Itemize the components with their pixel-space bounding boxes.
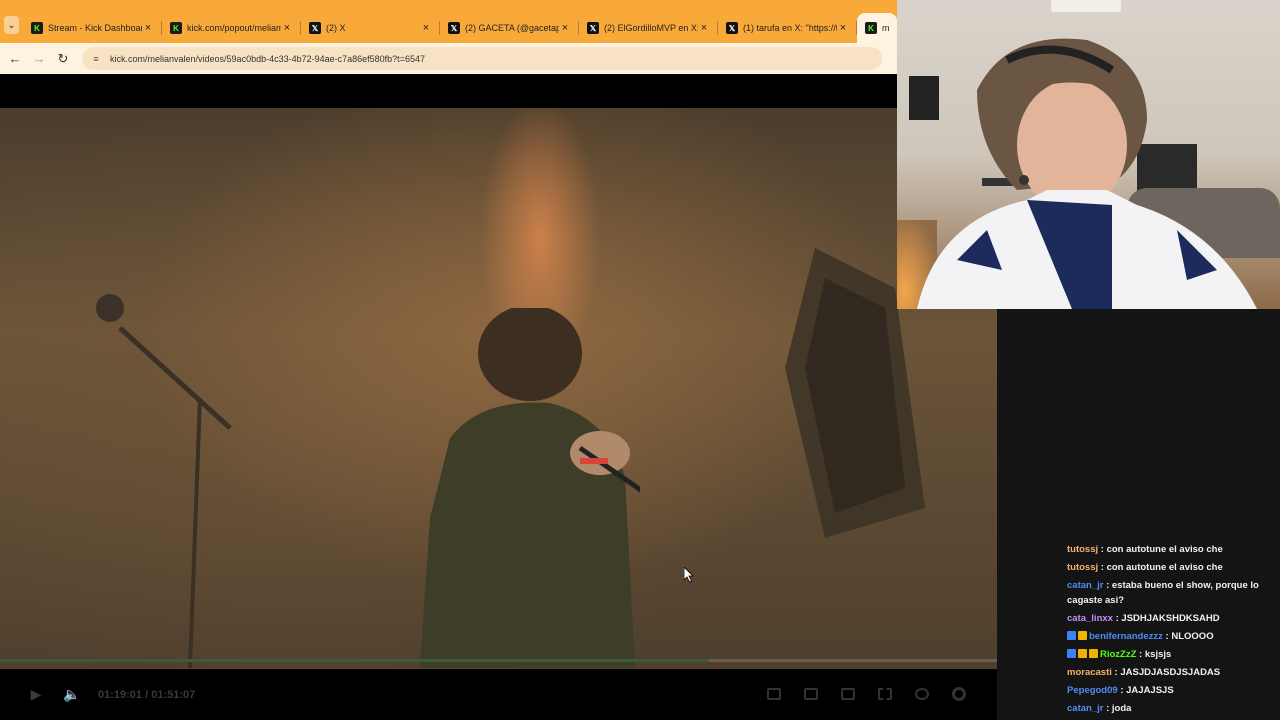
chat-message: cata_linxx : JSDHJAKSHDKSAHD — [1067, 613, 1220, 624]
settings-gear-icon[interactable] — [949, 685, 969, 703]
playback-speed-icon[interactable] — [912, 685, 932, 703]
time-current: 01:19:01 — [98, 688, 143, 701]
play-icon[interactable]: ▶ — [26, 685, 46, 705]
site-settings-icon[interactable]: ≡ — [90, 53, 102, 65]
tab-search-chevron-icon[interactable]: ⌄ — [4, 16, 19, 34]
forward-arrow-icon[interactable]: → — [30, 50, 48, 68]
url-input[interactable]: ≡ kick.com/melianvalen/videos/59ac0bdb-4… — [82, 47, 882, 70]
chat-badge-icon — [1067, 649, 1076, 658]
tab-title: (1) tarufa en X: "https://t.c — [743, 23, 837, 33]
browser-tab[interactable]: Kkick.com/popout/meliam × — [162, 13, 301, 43]
chat-message-list: tutossj : con autotune el aviso che tutos… — [997, 541, 1280, 720]
address-toolbar: ← → ↻ ≡ kick.com/melianvalen/videos/59ac… — [0, 43, 897, 74]
browser-tab[interactable]: 𝕏 (1) tarufa en X: "https://t.c × — [718, 13, 857, 43]
tab-close-icon[interactable]: × — [698, 22, 710, 34]
chat-username[interactable]: tutossj — [1067, 562, 1098, 573]
x-logo-icon: 𝕏 — [309, 22, 321, 34]
chat-username[interactable]: cata_linxx — [1067, 613, 1113, 624]
progress-bar[interactable] — [0, 659, 997, 662]
chat-message: catan_jr : joda — [1067, 703, 1132, 714]
tab-title: melia — [882, 23, 889, 33]
clip-icon[interactable] — [801, 685, 821, 703]
streamer-image — [917, 38, 1257, 309]
chat-username[interactable]: RiozZzZ — [1100, 649, 1136, 660]
tab-title: (2) X — [326, 23, 346, 33]
browser-tab[interactable]: 𝕏 (2) GACETA (@gacetaplay× — [440, 13, 579, 43]
chat-username[interactable]: tutossj — [1067, 544, 1098, 555]
chat-message: benifernandezzz : NLOOOO — [1067, 628, 1268, 646]
browser-tab-bar: ⌄ K Stream - Kick Dashboard × Kkick.com/pop… — [0, 0, 897, 43]
tab-close-icon[interactable]: × — [281, 22, 293, 34]
theater-mode-icon[interactable] — [838, 685, 858, 703]
chat-message: tutossj : con autotune el aviso che — [1067, 562, 1223, 573]
chat-text: con autotune el aviso che — [1106, 544, 1223, 555]
tab-title: (2) ElGordilloMVP en X: "h — [604, 23, 698, 33]
tab-close-icon[interactable]: × — [142, 22, 154, 34]
browser-tab[interactable]: Kmelia — [857, 13, 897, 43]
chat-username[interactable]: catan_jr — [1067, 703, 1103, 714]
back-arrow-icon[interactable]: ← — [6, 50, 24, 68]
performer-image — [420, 308, 640, 668]
picture-in-picture-icon[interactable] — [764, 685, 784, 703]
x-logo-icon: 𝕏 — [726, 22, 738, 34]
tab-close-icon[interactable]: × — [420, 22, 432, 34]
volume-icon[interactable]: 🔈 — [62, 685, 82, 705]
kick-logo-icon: K — [31, 22, 43, 34]
chat-text: con autotune el aviso che — [1106, 562, 1223, 573]
air-conditioner-image — [1051, 0, 1121, 12]
kick-logo-icon: K — [865, 22, 877, 34]
chat-username[interactable]: moracasti — [1067, 667, 1112, 678]
fullscreen-icon[interactable] — [875, 685, 895, 703]
chat-username[interactable]: Pepegod09 — [1067, 685, 1118, 696]
chat-message: catan_jr : estaba bueno el show, porque … — [1067, 580, 1259, 606]
tab-title: Stream - Kick Dashboard — [48, 23, 142, 33]
player-controls: ▶ 🔈 01:19:01 / 01:51:07 — [0, 669, 997, 720]
tab-title: (2) GACETA (@gacetaplay — [465, 23, 559, 33]
browser-tab[interactable]: 𝕏 (2) ElGordilloMVP en X: "h× — [579, 13, 718, 43]
browser-tab[interactable]: 𝕏 (2) X × — [301, 13, 440, 43]
reload-icon[interactable]: ↻ — [54, 50, 72, 68]
chat-text: JASJDJASDJSJADAS — [1120, 667, 1221, 678]
time-display: 01:19:01 / 01:51:07 — [98, 689, 195, 701]
mic-stand-image — [96, 294, 232, 668]
chat-message: RiozZzZ : ksjsjs — [1067, 646, 1268, 664]
browser-tab[interactable]: K Stream - Kick Dashboard × — [23, 13, 162, 43]
tab-close-icon[interactable]: × — [837, 22, 849, 34]
chat-message: Pepegod09 : JAJAJSJS — [1067, 685, 1174, 696]
video-player[interactable] — [0, 108, 997, 669]
chat-panel: tutossj : con autotune el aviso che tutos… — [997, 309, 1280, 720]
x-logo-icon: 𝕏 — [587, 22, 599, 34]
chat-username[interactable]: catan_jr — [1067, 580, 1103, 591]
chat-message: moracasti : JASJDJASDJSJADAS — [1067, 667, 1221, 678]
time-separator: / — [145, 688, 149, 701]
chat-text: JAJAJSJS — [1126, 685, 1174, 696]
tab-close-icon[interactable]: × — [559, 22, 571, 34]
chat-username[interactable]: benifernandezzz — [1089, 631, 1163, 642]
chat-text: ksjsjs — [1144, 649, 1172, 660]
chat-badge-icon — [1078, 631, 1087, 640]
mouse-cursor-icon — [684, 567, 694, 583]
chat-text: NLOOOO — [1171, 631, 1214, 642]
webcam-overlay — [897, 0, 1280, 309]
chat-message: tutossj : con autotune el aviso che — [1067, 544, 1223, 555]
chat-badge-icon — [1067, 631, 1076, 640]
url-text: kick.com/melianvalen/videos/59ac0bdb-4c3… — [110, 53, 425, 64]
player-right-controls — [764, 685, 969, 703]
chat-text: JSDHJAKSHDKSAHD — [1121, 613, 1220, 624]
kick-logo-icon: K — [170, 22, 182, 34]
time-total: 01:51:07 — [151, 688, 196, 701]
tab-title: kick.com/popout/meliam — [187, 23, 281, 33]
chat-text: joda — [1111, 703, 1132, 714]
chat-badge-icon — [1078, 649, 1087, 658]
progress-bar-fill — [0, 659, 709, 662]
x-logo-icon: 𝕏 — [448, 22, 460, 34]
chat-badge-icon — [1089, 649, 1098, 658]
tab-strip: K Stream - Kick Dashboard × Kkick.com/popou… — [23, 13, 897, 43]
